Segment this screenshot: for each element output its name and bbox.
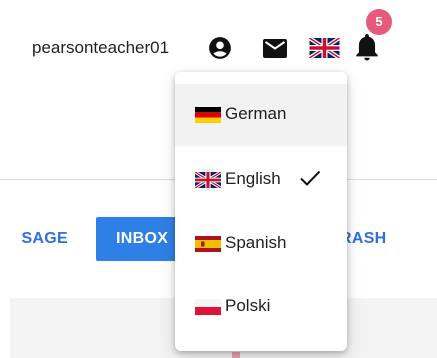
- list-item-marker: [232, 352, 240, 358]
- tab-inbox[interactable]: INBOX: [96, 217, 182, 261]
- language-menu: German English Spanish Polski: [175, 72, 347, 351]
- language-option-label: English: [225, 169, 281, 188]
- tab-message[interactable]: SAGE: [0, 217, 86, 261]
- mail-icon[interactable]: [263, 39, 287, 58]
- tab-inbox-label: INBOX: [116, 230, 169, 247]
- language-option-german[interactable]: German: [175, 84, 347, 146]
- language-option-spanish[interactable]: Spanish: [175, 213, 347, 275]
- tab-message-label: SAGE: [21, 230, 68, 247]
- language-option-label: Spanish: [225, 233, 287, 252]
- account-circle-icon[interactable]: [207, 35, 233, 61]
- spain-flag-icon: [195, 236, 221, 252]
- username-label: pearsonteacher01: [32, 38, 170, 57]
- language-option-label: Polski: [225, 296, 271, 315]
- germany-flag-icon: [195, 107, 221, 123]
- language-option-label: German: [225, 104, 287, 123]
- language-option-polski[interactable]: Polski: [175, 276, 347, 338]
- bell-icon[interactable]: [354, 33, 380, 61]
- poland-flag-icon: [195, 299, 221, 315]
- uk-flag-icon: [195, 172, 221, 188]
- uk-flag-icon[interactable]: [309, 38, 340, 58]
- notification-badge: 5: [366, 9, 392, 35]
- checkmark-icon: [300, 170, 321, 186]
- language-option-english[interactable]: English: [175, 149, 347, 211]
